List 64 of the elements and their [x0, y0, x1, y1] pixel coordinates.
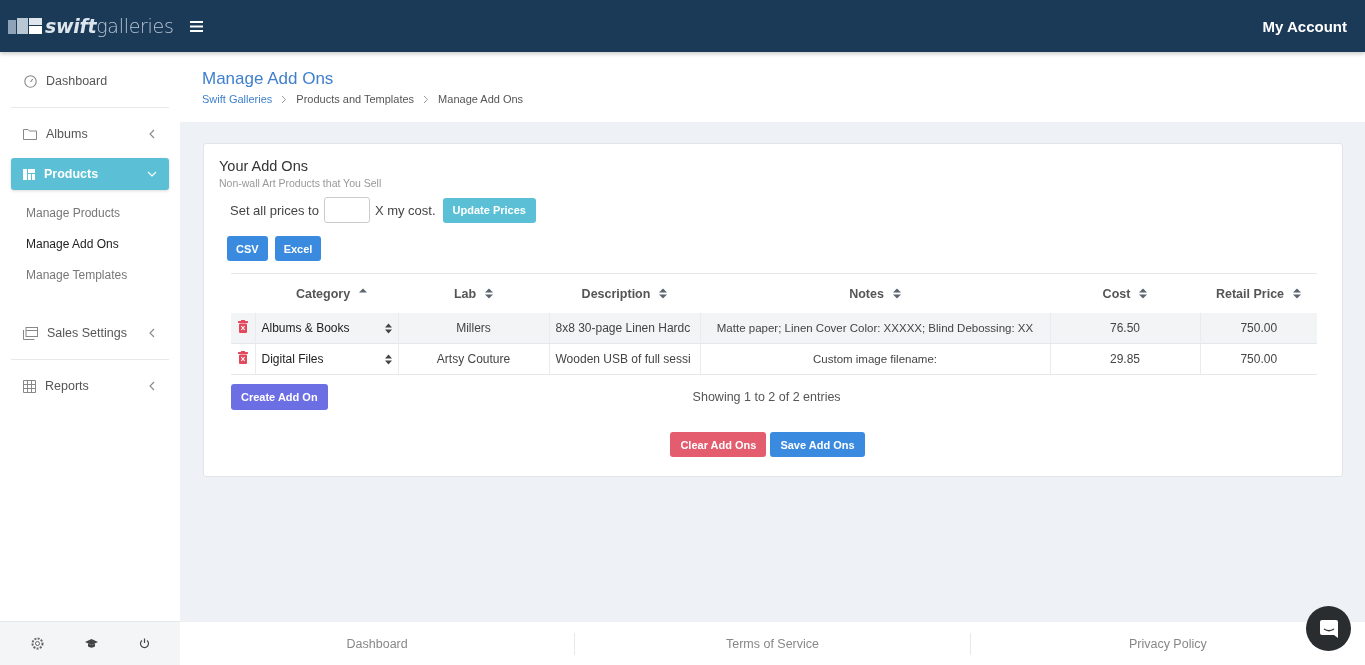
logo-icon — [8, 18, 42, 34]
table-cell: 750.00 — [1200, 343, 1317, 375]
sort-icon[interactable] — [485, 288, 494, 299]
table-cell: Matte paper; Linen Cover Color: XXXXX; Blind Debossing: XX — [700, 313, 1050, 344]
column-header[interactable]: Cost — [1102, 286, 1131, 301]
power-icon[interactable] — [138, 638, 150, 649]
footer-link[interactable]: Terms of Service — [574, 632, 970, 655]
sort-icon[interactable] — [659, 288, 668, 299]
footer-link[interactable]: Dashboard — [180, 632, 575, 655]
table-cell: 76.50 — [1050, 313, 1200, 344]
save-add-ons-button[interactable]: Save Add Ons — [770, 432, 865, 457]
chat-icon — [1318, 618, 1339, 639]
export-button[interactable]: Excel — [274, 236, 322, 261]
cards-icon — [23, 326, 38, 340]
breadcrumb-link[interactable]: Manage Add Ons — [438, 93, 524, 105]
submenu-item[interactable]: Manage Add Ons — [26, 229, 169, 260]
submenu-item[interactable]: Manage Templates — [26, 260, 169, 291]
gauge-icon — [24, 74, 37, 88]
table-cell: 750.00 — [1200, 313, 1317, 344]
page-title: Manage Add Ons — [202, 69, 335, 89]
account-link[interactable]: My Account — [1262, 17, 1347, 35]
table-icon — [23, 379, 36, 393]
table-cell: Millers — [398, 313, 549, 344]
multiplier-input[interactable] — [323, 197, 370, 223]
card-subtitle: Non-wall Art Products that You Sell — [219, 177, 383, 189]
breadcrumb-link[interactable]: Products and Templates — [296, 93, 415, 105]
chevron-right-icon — [281, 94, 288, 104]
menu-icon[interactable] — [190, 20, 203, 32]
sidebar-item[interactable]: Albums — [11, 118, 169, 150]
trash-icon[interactable] — [237, 320, 248, 333]
table-cell: Custom image filename: — [700, 343, 1050, 375]
sidebar-item[interactable]: Dashboard — [11, 65, 169, 97]
graduation-cap-icon[interactable] — [84, 638, 98, 649]
column-header[interactable]: Lab — [453, 286, 477, 301]
sidebar-item[interactable]: Reports — [11, 370, 169, 402]
export-button[interactable]: CSV — [227, 236, 268, 261]
layout-icon — [23, 168, 35, 180]
sort-icon[interactable] — [1293, 288, 1302, 299]
create-add-on-button[interactable]: Create Add On — [231, 384, 328, 410]
column-header[interactable]: Retail Price — [1215, 286, 1285, 301]
price-label: Set all prices to — [230, 202, 319, 218]
category-select[interactable]: Digital Files — [259, 352, 394, 366]
table-cell: 8x8 30-page Linen Hardc — [549, 313, 700, 344]
card-title: Your Add Ons — [219, 158, 309, 174]
logo-text[interactable]: swiftgalleries — [45, 15, 174, 37]
column-header[interactable]: Category — [295, 286, 351, 301]
column-header[interactable]: Description — [581, 286, 651, 301]
breadcrumb-link[interactable]: Swift Galleries — [202, 93, 273, 105]
sort-icon[interactable] — [892, 288, 901, 299]
column-header[interactable]: Notes — [849, 286, 884, 301]
select-arrows-icon — [384, 322, 392, 334]
sort-icon[interactable] — [1139, 288, 1148, 299]
price-suffix: X my cost. — [374, 202, 436, 218]
chevron-right-icon — [423, 94, 430, 104]
table-cell: Artsy Couture — [398, 343, 549, 375]
folder-icon — [23, 128, 37, 140]
select-arrows-icon — [384, 353, 392, 365]
sidebar-item[interactable]: Sales Settings — [11, 317, 169, 349]
entries-info: Showing 1 to 2 of 2 entries — [692, 390, 841, 404]
trash-icon[interactable] — [237, 351, 248, 364]
table-cell: 29.85 — [1050, 343, 1200, 375]
table-cell: Wooden USB of full sessi — [549, 343, 700, 375]
submenu-item[interactable]: Manage Products — [26, 198, 169, 229]
settings-icon[interactable] — [30, 637, 44, 650]
